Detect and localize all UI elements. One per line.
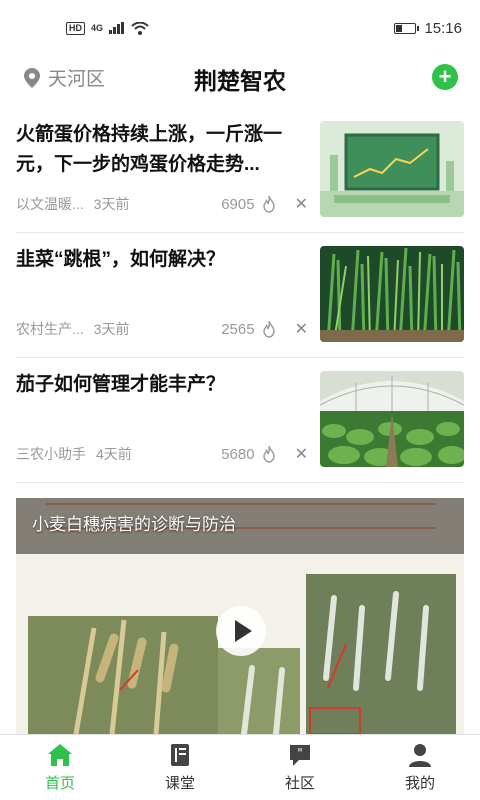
article-views: 6905 <box>221 195 255 213</box>
status-bar: HD 4G 15:16 <box>0 0 480 56</box>
article-source: 三农小助手 <box>16 446 86 462</box>
dismiss-icon[interactable]: ✕ <box>295 444 308 464</box>
tab-label: 我的 <box>404 775 435 792</box>
article-views: 2565 <box>221 320 255 338</box>
battery-icon <box>394 22 420 34</box>
book-icon <box>171 744 189 766</box>
article-source: 以文温暖... <box>16 196 84 212</box>
wifi-icon <box>131 21 149 35</box>
tab-classroom[interactable]: 课堂 <box>120 735 240 800</box>
article-time: 4天前 <box>96 446 132 462</box>
signal-icon <box>109 22 125 34</box>
fire-icon <box>262 445 275 463</box>
play-icon[interactable] <box>216 606 266 656</box>
home-icon <box>48 744 72 766</box>
fire-icon <box>262 320 275 338</box>
status-time: 15:16 <box>424 19 462 37</box>
article-source: 农村生产... <box>16 321 84 337</box>
article-item[interactable]: 火箭蛋价格持续上涨，一斤涨一元，下一步的鸡蛋价格走势... 以文温暖... 3天… <box>16 108 464 233</box>
tab-label: 首页 <box>44 775 75 792</box>
article-title: 茄子如何管理才能丰产？ <box>16 374 226 395</box>
dismiss-icon[interactable]: ✕ <box>295 319 308 339</box>
article-thumbnail <box>320 121 464 217</box>
article-item[interactable]: 茄子如何管理才能丰产？ 三农小助手 4天前 5680 ✕ <box>16 358 464 483</box>
hd-icon: HD <box>66 21 85 35</box>
article-title: 火箭蛋价格持续上涨，一斤涨一元，下一步的鸡蛋价格走势... <box>16 124 283 175</box>
article-time: 3天前 <box>93 196 130 212</box>
article-meta: 三农小助手 4天前 5680 ✕ <box>16 444 308 464</box>
article-title: 韭菜“跳根”，如何解决？ <box>16 249 226 270</box>
video-title: 小麦白穗病害的诊断与防治 <box>32 515 236 534</box>
chat-icon: " <box>290 745 310 766</box>
article-item[interactable]: 韭菜“跳根”，如何解决？ 农村生产... 3天前 2565 ✕ <box>16 233 464 358</box>
article-time: 3天前 <box>93 321 130 337</box>
article-views: 5680 <box>221 445 255 463</box>
tab-label: 课堂 <box>164 775 195 792</box>
tab-home[interactable]: 首页 <box>0 735 120 800</box>
news-feed: 火箭蛋价格持续上涨，一斤涨一元，下一步的鸡蛋价格走势... 以文温暖... 3天… <box>0 108 480 483</box>
tab-label: 社区 <box>284 775 315 792</box>
article-meta: 农村生产... 3天前 2565 ✕ <box>16 319 308 339</box>
fire-icon <box>262 195 275 213</box>
video-card[interactable]: 小麦白穗病害的诊断与防治 <box>16 498 464 734</box>
user-icon <box>409 744 431 767</box>
article-meta: 以文温暖... 3天前 6905 ✕ <box>16 194 308 214</box>
app-title: 荆楚智农 <box>194 68 286 94</box>
plus-circle-icon[interactable]: + <box>432 64 458 90</box>
network-label: 4G <box>91 23 104 33</box>
article-thumbnail <box>320 371 464 467</box>
bottom-tab-bar: 首页 课堂 " 社区 我的 <box>0 734 480 800</box>
dismiss-icon[interactable]: ✕ <box>295 194 308 214</box>
tab-community[interactable]: " 社区 <box>240 735 360 800</box>
article-thumbnail <box>320 246 464 342</box>
svg-text:": " <box>297 746 303 760</box>
app-header: 天河区 荆楚智农 + <box>0 56 480 100</box>
tab-mine[interactable]: 我的 <box>360 735 480 800</box>
